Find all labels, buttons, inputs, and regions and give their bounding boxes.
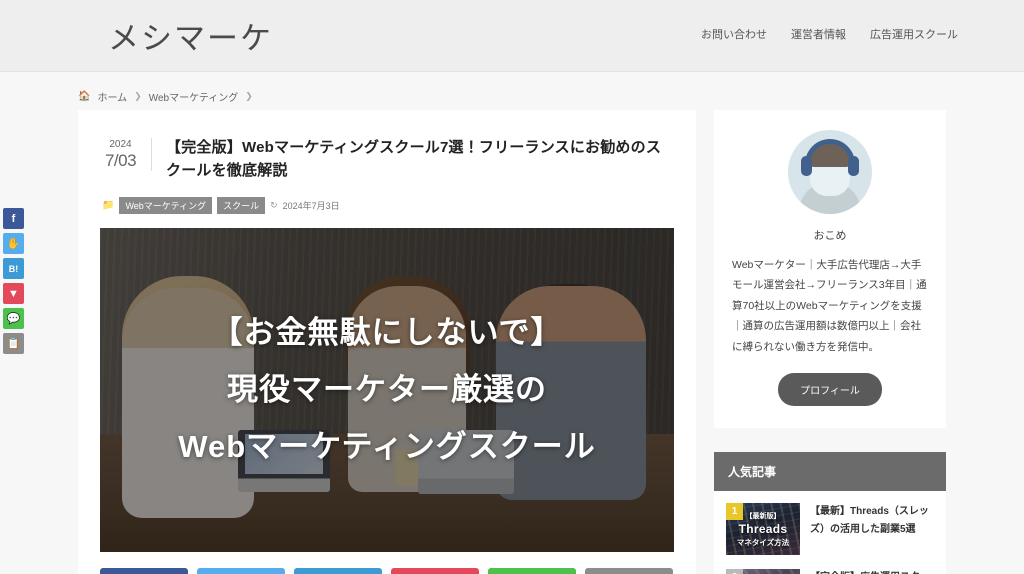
share-button-copy[interactable]: 📋 [585, 567, 673, 574]
post-header: 2024 7/03 【完全版】Webマーケティングスクール7選！フリーランスにお… [100, 136, 674, 183]
home-icon: 🏠 [78, 90, 91, 102]
popular-articles-card: 人気記事 1 【最新版】 Threads マネタイズ方法 【最新】Threads… [714, 452, 946, 574]
post-date: 2024 7/03 [100, 138, 152, 171]
popular-articles-list: 1 【最新版】 Threads マネタイズ方法 【最新】Threads（スレッズ… [714, 491, 946, 574]
avatar-headphones-icon [788, 130, 872, 214]
profile-bio: Webマーケター｜大手広告代理店→大手モール運営会社→フリーランス3年目｜通算7… [732, 259, 927, 353]
featured-overlay-text: 【お金無駄にしないで】 現役マーケター厳選の Webマーケティングスクール [100, 228, 674, 552]
share-rail-line[interactable]: 💬 [3, 308, 24, 329]
rank-badge: 1 [726, 503, 743, 521]
share-button-facebook[interactable]: f [100, 567, 188, 574]
popular-article-title-1[interactable]: 【最新】Threads（スレッズ）の活用した副業5選 [810, 503, 934, 555]
article-card: 2024 7/03 【完全版】Webマーケティングスクール7選！フリーランスにお… [78, 110, 696, 574]
site-logo[interactable]: メシマーケ [108, 13, 273, 58]
rank-badge: 2 [726, 569, 743, 574]
breadcrumb: 🏠 ホーム ❯ Webマーケティング ❯ [0, 82, 1024, 110]
popular-thumbnail-1[interactable]: 1 【最新版】 Threads マネタイズ方法 [726, 503, 800, 556]
chevron-right-icon-2: ❯ [245, 90, 253, 101]
site-header: メシマーケ お問い合わせ 運営者情報 広告運用スクール [0, 0, 1024, 72]
profile-button[interactable]: プロフィール [778, 373, 882, 407]
thumb-line-3: マネタイズ方法 [736, 537, 790, 547]
refresh-icon: ↻ [270, 199, 278, 210]
nav-item-ad-school[interactable]: 広告運用スクール [870, 26, 958, 42]
list-item[interactable]: 1 【最新版】 Threads マネタイズ方法 【最新】Threads（スレッズ… [726, 503, 934, 556]
featured-overlay-line-2: 現役マーケター厳選の [227, 372, 547, 407]
share-button-row: f ✋ B! ▼ 💬 📋 [100, 567, 674, 574]
post-date-year: 2024 [109, 139, 132, 150]
category-tag-school[interactable]: スクール [217, 196, 266, 214]
profile-name: おこめ [813, 230, 847, 242]
list-item[interactable]: 2 現役プロが選ぶ】 広告運用に強い お勧めスクール 6 選 【完全版】広告運用… [726, 569, 934, 574]
social-share-rail: f ✋ B! ▼ 💬 📋 [3, 208, 24, 354]
page-title: 【完全版】Webマーケティングスクール7選！フリーランスにお勧めのスクールを徹底… [166, 139, 662, 180]
profile-card: おこめ Webマーケター｜大手広告代理店→大手モール運営会社→フリーランス3年目… [714, 110, 946, 429]
featured-image: 【お金無駄にしないで】 現役マーケター厳選の Webマーケティングスクール [100, 227, 674, 552]
share-button-hatena[interactable]: B! [294, 567, 382, 574]
post-meta: 📁 Webマーケティング スクール ↻ 2024年7月3日 [102, 196, 674, 214]
share-rail-twitter[interactable]: ✋ [3, 233, 24, 254]
sidebar: おこめ Webマーケター｜大手広告代理店→大手モール運営会社→フリーランス3年目… [714, 110, 946, 574]
share-button-twitter[interactable]: ✋ [197, 567, 285, 574]
share-rail-pocket[interactable]: ▼ [3, 283, 24, 304]
folder-icon: 📁 [102, 199, 115, 211]
breadcrumb-item-webmarketing[interactable]: Webマーケティング [149, 89, 239, 104]
page-body: 2024 7/03 【完全版】Webマーケティングスクール7選！フリーランスにお… [0, 110, 1024, 574]
chevron-right-icon: ❯ [134, 90, 142, 101]
post-date-monthday: 7/03 [104, 151, 137, 170]
featured-overlay-line-3: Webマーケティングスクール [178, 429, 596, 464]
share-rail-facebook[interactable]: f [3, 208, 24, 229]
popular-article-title-2[interactable]: 【完全版】広告運用スクール6選！現役Web広告運用者が厳選した広告運用スクールを… [810, 569, 934, 574]
share-button-pocket[interactable]: ▼ [391, 567, 479, 574]
category-tag-webmarketing[interactable]: Webマーケティング [119, 196, 213, 214]
featured-overlay-line-1: 【お金無駄にしないで】 [211, 315, 563, 350]
global-navigation: お問い合わせ 運営者情報 広告運用スクール [701, 26, 958, 42]
thumb-line-1: 【最新版】 [745, 512, 781, 520]
popular-thumbnail-2[interactable]: 2 現役プロが選ぶ】 広告運用に強い お勧めスクール 6 選 [726, 569, 800, 574]
nav-item-operator-info[interactable]: 運営者情報 [791, 26, 846, 42]
share-button-line[interactable]: 💬 [488, 567, 576, 574]
thumb-line-2: Threads [738, 521, 788, 536]
nav-item-contact[interactable]: お問い合わせ [701, 26, 767, 42]
post-updated-date: 2024年7月3日 [282, 200, 340, 211]
popular-articles-heading: 人気記事 [714, 452, 946, 492]
share-rail-hatena[interactable]: B! [3, 258, 24, 279]
breadcrumb-item-home[interactable]: ホーム [97, 89, 127, 104]
share-rail-copy[interactable]: 📋 [3, 333, 24, 354]
